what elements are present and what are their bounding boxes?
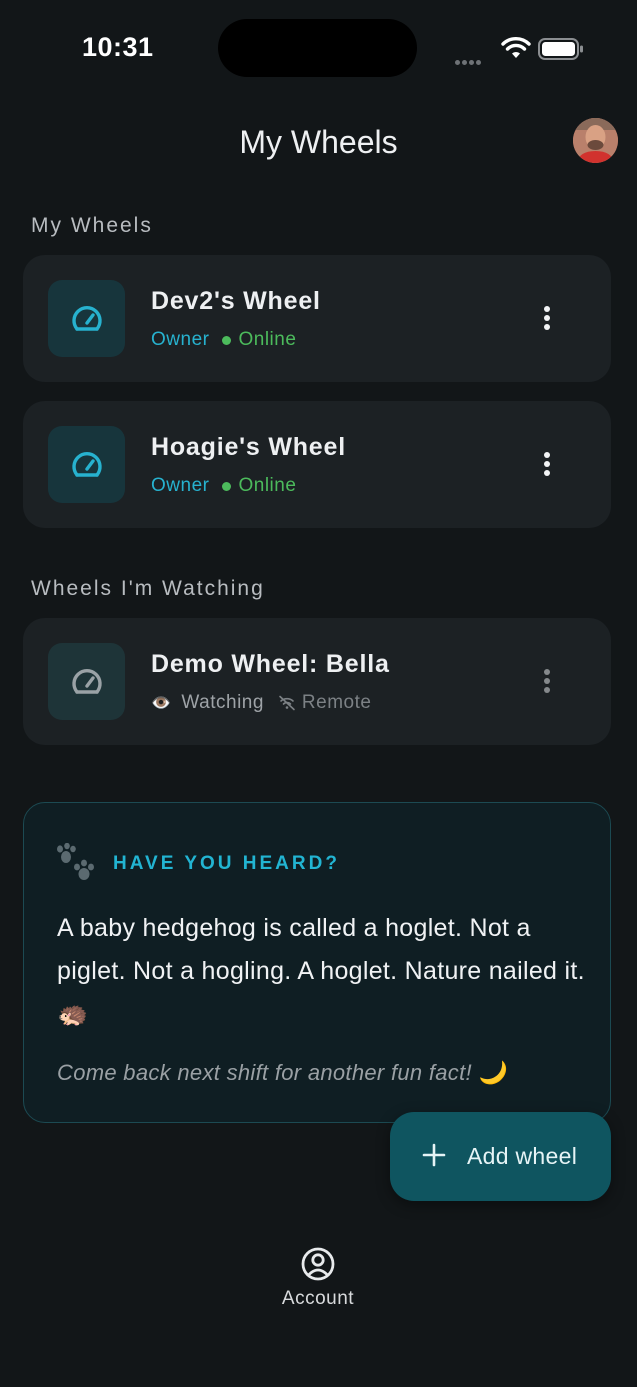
speedometer-icon <box>71 305 102 331</box>
avatar[interactable] <box>573 118 618 163</box>
status-label: Remote <box>301 692 372 713</box>
fun-fact-heading: HAVE YOU HEARD? <box>113 853 340 874</box>
paw-icon <box>57 843 94 880</box>
status-bar: 10:31 <box>0 0 637 100</box>
account-circle-icon <box>301 1247 335 1281</box>
watched-wheel-card[interactable]: Demo Wheel: Bella 👁️ Watching Remote <box>23 618 611 745</box>
add-wheel-button[interactable]: Add wheel <box>390 1112 611 1201</box>
wifi-icon <box>501 37 531 58</box>
fun-fact-footer: Come back next shift for another fun fac… <box>57 1060 507 1085</box>
wheel-name: Hoagie's Wheel <box>151 433 346 461</box>
status-time: 10:31 <box>82 32 154 62</box>
wifi-off-icon <box>278 695 296 711</box>
more-vertical-icon[interactable] <box>535 446 559 482</box>
section-label-watching: Wheels I'm Watching <box>31 577 265 600</box>
status-icons <box>455 36 585 65</box>
role-label: Owner <box>151 329 210 350</box>
wheel-name: Dev2's Wheel <box>151 287 321 315</box>
speedometer-icon <box>71 451 102 477</box>
wheel-icon-tile <box>48 643 125 720</box>
wheel-icon-tile <box>48 426 125 503</box>
role-label: Owner <box>151 475 210 496</box>
page-title: My Wheels <box>239 124 398 160</box>
wheel-meta: Owner Online <box>151 475 296 497</box>
dynamic-island <box>218 19 417 77</box>
status-label: Online <box>238 475 297 496</box>
plus-icon <box>422 1143 446 1167</box>
section-label-my-wheels: My Wheels <box>31 214 153 237</box>
online-dot-icon <box>222 335 232 345</box>
wheel-meta: Owner Online <box>151 329 296 351</box>
app-header: My Wheels <box>0 110 637 174</box>
battery-icon <box>538 38 583 60</box>
profile-photo-icon <box>573 118 618 163</box>
more-vertical-icon[interactable] <box>535 663 559 699</box>
role-label: Watching <box>181 692 264 713</box>
wheel-card[interactable]: Hoagie's Wheel Owner Online <box>23 401 611 528</box>
nav-account-label: Account <box>281 1288 355 1309</box>
wheel-icon-tile <box>48 280 125 357</box>
nav-account[interactable]: Account <box>268 1246 368 1318</box>
wheel-card[interactable]: Dev2's Wheel Owner Online <box>23 255 611 382</box>
signal-icon <box>455 52 483 70</box>
wheel-name: Demo Wheel: Bella <box>151 650 390 678</box>
add-wheel-label: Add wheel <box>467 1143 578 1169</box>
speedometer-icon <box>71 668 102 694</box>
eye-icon: 👁️ <box>151 695 172 712</box>
wheel-meta: 👁️ Watching Remote <box>151 692 371 714</box>
status-label: Online <box>238 329 297 350</box>
fun-fact-card: HAVE YOU HEARD? A baby hedgehog is calle… <box>23 802 611 1123</box>
fun-fact-body: A baby hedgehog is called a hoglet. Not … <box>57 914 585 1028</box>
more-vertical-icon[interactable] <box>535 300 559 336</box>
online-dot-icon <box>222 481 232 491</box>
